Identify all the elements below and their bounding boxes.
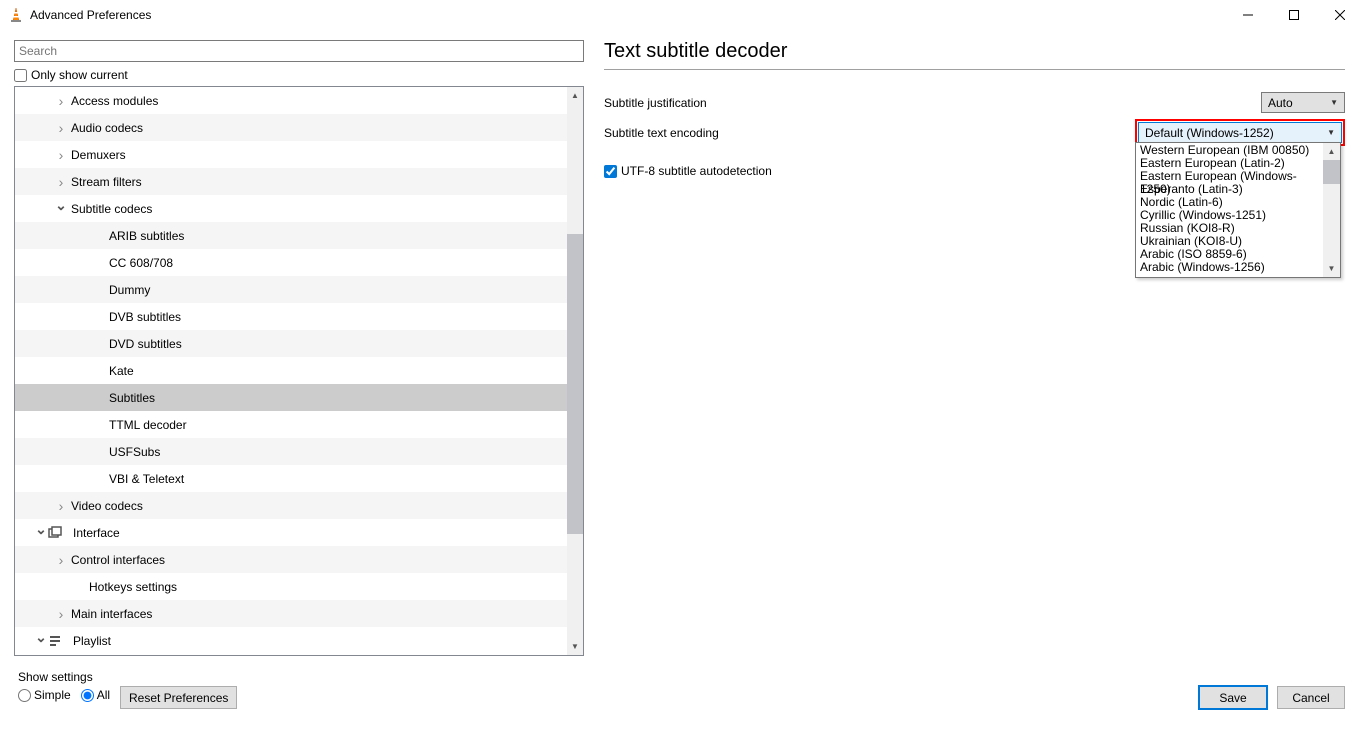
tree-item[interactable]: Dummy xyxy=(15,276,567,303)
utf8-box[interactable] xyxy=(604,165,617,178)
only-show-current-box[interactable] xyxy=(14,69,27,82)
tree-item[interactable]: › Audio codecs xyxy=(15,114,567,141)
encoding-dropdown[interactable]: Western European (IBM 00850)Eastern Euro… xyxy=(1135,142,1341,278)
show-all-radio[interactable]: All xyxy=(81,688,110,702)
tree-item-label: Access modules xyxy=(71,94,158,108)
only-show-current-checkbox[interactable]: Only show current xyxy=(14,68,586,82)
tree-item-label: DVB subtitles xyxy=(109,310,181,324)
panel-title: Text subtitle decoder xyxy=(604,40,1345,70)
window-title: Advanced Preferences xyxy=(30,8,151,22)
tree-item[interactable]: DVD subtitles xyxy=(15,330,567,357)
scroll-up-icon[interactable]: ▲ xyxy=(1323,143,1340,160)
tree-item-label: ARIB subtitles xyxy=(109,229,184,243)
scroll-thumb[interactable] xyxy=(1323,160,1340,184)
tree-item[interactable]: ARIB subtitles xyxy=(15,222,567,249)
encoding-label: Subtitle text encoding xyxy=(604,126,1135,140)
tree-item-label: Demuxers xyxy=(71,148,126,162)
tree-item-label: Interface xyxy=(73,526,120,540)
chevron-down-icon: ▼ xyxy=(1326,98,1342,107)
tree-scrollbar[interactable]: ▲ ▼ xyxy=(567,87,583,655)
tree-item-label: Video codecs xyxy=(71,499,143,513)
tree-item[interactable]: ⌄ Interface xyxy=(15,519,567,546)
tree-item[interactable]: VBI & Teletext xyxy=(15,465,567,492)
dropdown-scrollbar[interactable]: ▲ ▼ xyxy=(1323,143,1340,277)
save-button[interactable]: Save xyxy=(1199,686,1267,709)
tree-item[interactable]: ⌄ Subtitle codecs xyxy=(15,195,567,222)
encoding-option[interactable]: Arabic (Windows-1256) xyxy=(1136,261,1323,274)
tree-item[interactable]: › Demuxers xyxy=(15,141,567,168)
encoding-combo[interactable]: Default (Windows-1252) ▼ xyxy=(1138,122,1342,143)
justification-combo[interactable]: Auto ▼ xyxy=(1261,92,1345,113)
tree-item-label: Control interfaces xyxy=(71,553,165,567)
tree-item-label: Main interfaces xyxy=(71,607,152,621)
chevron-down-icon[interactable]: ⌄ xyxy=(35,629,47,646)
chevron-down-icon[interactable]: ⌄ xyxy=(55,197,67,214)
chevron-down-icon: ▼ xyxy=(1323,128,1339,137)
chevron-right-icon[interactable]: › xyxy=(55,498,67,514)
tree-item-label: Playlist xyxy=(73,634,111,648)
utf8-label: UTF-8 subtitle autodetection xyxy=(621,164,772,178)
tree-item[interactable]: USFSubs xyxy=(15,438,567,465)
tree-item-label: Subtitles xyxy=(109,391,155,405)
minimize-button[interactable] xyxy=(1225,0,1271,30)
search-input[interactable] xyxy=(14,40,584,62)
tree-item[interactable]: ⌄ Playlist xyxy=(15,627,567,654)
justification-label: Subtitle justification xyxy=(604,96,1261,110)
encoding-value: Default (Windows-1252) xyxy=(1145,126,1274,140)
chevron-right-icon[interactable]: › xyxy=(55,552,67,568)
tree-item[interactable]: › Access modules xyxy=(15,87,567,114)
reset-preferences-button[interactable]: Reset Preferences xyxy=(120,686,237,709)
chevron-right-icon[interactable]: › xyxy=(55,147,67,163)
maximize-button[interactable] xyxy=(1271,0,1317,30)
tree-item-label: Dummy xyxy=(109,283,150,297)
chevron-down-icon[interactable]: ⌄ xyxy=(35,521,47,538)
preferences-tree: › Access modules › Audio codecs › Demuxers › St… xyxy=(14,86,584,656)
scroll-thumb[interactable] xyxy=(567,234,583,534)
interface-icon xyxy=(47,525,63,541)
tree-item[interactable]: Kate xyxy=(15,357,567,384)
tree-item[interactable]: › Control interfaces xyxy=(15,546,567,573)
scroll-down-icon[interactable]: ▼ xyxy=(567,638,583,655)
tree-item[interactable]: DVB subtitles xyxy=(15,303,567,330)
show-settings-label: Show settings xyxy=(18,670,110,684)
tree-item-label: Audio codecs xyxy=(71,121,143,135)
chevron-right-icon[interactable]: › xyxy=(55,606,67,622)
chevron-right-icon[interactable]: › xyxy=(55,120,67,136)
tree-item[interactable]: › Main interfaces xyxy=(15,600,567,627)
tree-item-label: TTML decoder xyxy=(109,418,187,432)
close-button[interactable] xyxy=(1317,0,1363,30)
tree-item[interactable]: Hotkeys settings xyxy=(15,573,567,600)
tree-item-label: Subtitle codecs xyxy=(71,202,152,216)
tree-item-label: Kate xyxy=(109,364,134,378)
tree-item-label: DVD subtitles xyxy=(109,337,182,351)
only-show-current-label: Only show current xyxy=(31,68,128,82)
tree-item[interactable]: Subtitles xyxy=(15,384,567,411)
chevron-right-icon[interactable]: › xyxy=(55,174,67,190)
show-simple-radio[interactable]: Simple xyxy=(18,688,71,702)
tree-item-label: Hotkeys settings xyxy=(89,580,177,594)
tree-item[interactable]: TTML decoder xyxy=(15,411,567,438)
tree-item[interactable]: › Video codecs xyxy=(15,492,567,519)
titlebar: Advanced Preferences xyxy=(0,0,1363,30)
playlist-icon xyxy=(47,633,63,649)
window-controls xyxy=(1225,0,1363,30)
justification-value: Auto xyxy=(1268,96,1293,110)
vlc-cone-icon xyxy=(8,7,24,23)
tree-item-label: VBI & Teletext xyxy=(109,472,184,486)
tree-item-label: USFSubs xyxy=(109,445,160,459)
tree-item[interactable]: › Stream filters xyxy=(15,168,567,195)
scroll-down-icon[interactable]: ▼ xyxy=(1323,260,1340,277)
tree-item[interactable]: CC 608/708 xyxy=(15,249,567,276)
tree-item-label: Stream filters xyxy=(71,175,142,189)
scroll-up-icon[interactable]: ▲ xyxy=(567,87,583,104)
cancel-button[interactable]: Cancel xyxy=(1277,686,1345,709)
chevron-right-icon[interactable]: › xyxy=(55,93,67,109)
tree-item-label: CC 608/708 xyxy=(109,256,173,270)
